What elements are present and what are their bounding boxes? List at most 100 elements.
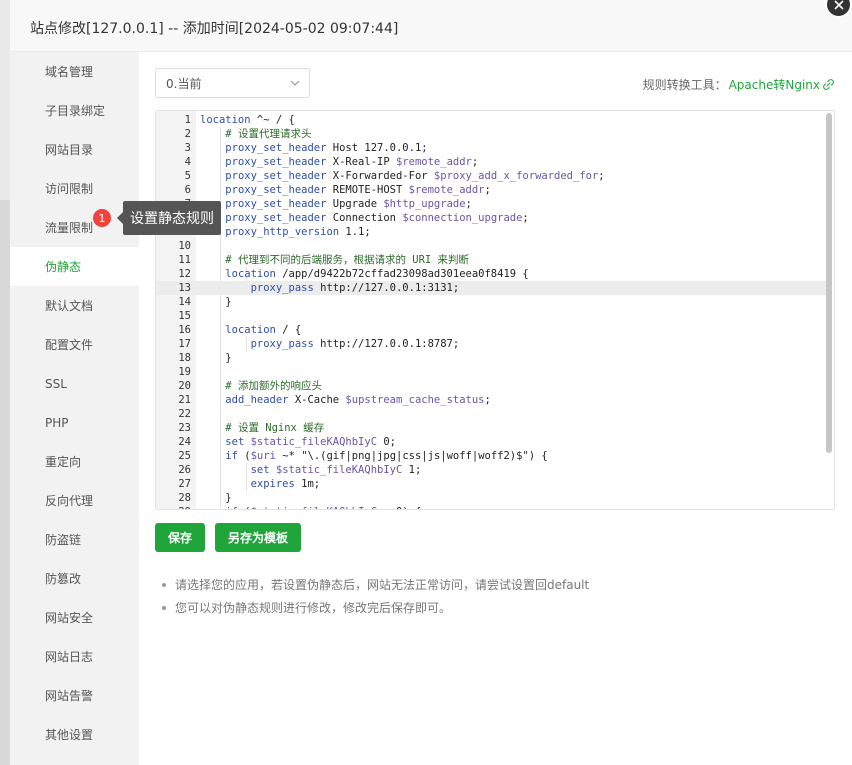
- code-line: 16 location / {: [156, 323, 826, 337]
- code-text: # 设置 Nginx 缓存: [200, 421, 324, 435]
- code-line: 23 # 设置 Nginx 缓存: [156, 421, 826, 435]
- code-line: 27 expires 1m;: [156, 477, 826, 491]
- code-editor[interactable]: 1 location ^~ / {2 # 设置代理请求头 3 proxy_set_h…: [155, 110, 835, 510]
- code-token: http://127.0.0.1:3131;: [313, 282, 460, 294]
- line-number: 6: [184, 184, 191, 196]
- sidebar-item[interactable]: 子目录绑定: [10, 91, 139, 130]
- link-icon: [823, 79, 834, 90]
- sidebar-item[interactable]: 默认文档: [10, 286, 139, 325]
- line-number: 5: [184, 170, 191, 182]
- code-token: = 0) {: [377, 506, 421, 509]
- code-line: 18 }: [156, 351, 826, 365]
- code-line: 20 # 添加额外的响应头: [156, 379, 826, 393]
- converter-label: 规则转换工具：: [642, 78, 727, 92]
- code-token: ;: [465, 198, 472, 210]
- code-token: proxy_set_header: [225, 156, 327, 168]
- line-number: 3: [184, 142, 191, 154]
- code-token: }: [200, 352, 232, 364]
- code-token: REMOTE-HOST: [326, 184, 409, 196]
- code-text: proxy_set_header Connection $connection_…: [200, 211, 529, 225]
- line-number: 27: [178, 478, 191, 490]
- tip-item: 请选择您的应用，若设置伪静态后，网站无法正常访问，请尝试设置回default: [159, 578, 589, 601]
- sidebar-item[interactable]: 伪静态: [10, 247, 139, 286]
- code-token: ;: [598, 170, 605, 182]
- version-select[interactable]: 0.当前: [155, 68, 310, 98]
- code-text: }: [200, 295, 231, 309]
- code-line: 3 proxy_set_header Host 127.0.0.1;: [156, 141, 826, 155]
- line-number: 1: [184, 114, 191, 126]
- rewrite-panel: 0.当前 规则转换工具： Apache转Nginx 1 location ^~ /…: [139, 52, 852, 765]
- code-line: 19: [156, 365, 826, 379]
- sidebar-item[interactable]: 反向代理: [10, 481, 139, 520]
- code-line: 17 proxy_pass http://127.0.0.1:8787;: [156, 337, 826, 351]
- close-icon: [833, 0, 844, 10]
- line-number: 29: [156, 505, 191, 509]
- code-line: 5 proxy_set_header X-Forwarded-For $prox…: [156, 169, 826, 183]
- sidebar-item[interactable]: 域名管理: [10, 52, 139, 91]
- code-line: 26 set $static_fileKAQhbIyC 1;: [156, 463, 826, 477]
- code-token: (: [238, 506, 250, 509]
- save-as-template-button[interactable]: 另存为模板: [215, 523, 301, 552]
- sidebar-item[interactable]: 网站告警: [10, 676, 139, 715]
- code-token: ;: [522, 212, 529, 224]
- code-token: X-Cache: [288, 394, 346, 406]
- sidebar-item[interactable]: 防篡改: [10, 559, 139, 598]
- code-text: location /app/d9422b72cffad23098ad301eea…: [200, 267, 529, 281]
- code-token: ;: [484, 394, 491, 406]
- code-line: 15: [156, 309, 826, 323]
- rewrite-tooltip: 设置静态规则: [117, 201, 221, 235]
- save-button[interactable]: 保存: [155, 523, 205, 552]
- code-token: # 添加额外的响应头: [225, 380, 322, 392]
- code-text: location / {: [200, 323, 301, 337]
- code-line: 1 location ^~ / {: [156, 113, 826, 127]
- sidebar-item[interactable]: 防盗链: [10, 520, 139, 559]
- code-token: # 代理到不同的后端服务，根据请求的 URI 来判断: [225, 254, 470, 266]
- code-line: 6 proxy_set_header REMOTE-HOST $remote_a…: [156, 183, 826, 197]
- code-token: /app/d9422b72cffad23098ad301eea0f8419 {: [275, 268, 529, 280]
- code-token: location: [200, 114, 251, 126]
- converter-link[interactable]: Apache转Nginx: [729, 76, 820, 93]
- tip-item: 您可以对伪静态规则进行修改，修改完后保存即可。: [159, 601, 589, 624]
- line-number: 20: [178, 380, 191, 392]
- code-line: 25 if ($uri ~* "\.(gif|png|jpg|css|js|wo…: [156, 449, 826, 463]
- sidebar-item[interactable]: 重定向: [10, 442, 139, 481]
- editor-scrollbar[interactable]: [826, 113, 832, 453]
- code-line: 22: [156, 407, 826, 421]
- code-token: $static_fileKAQhbIyC: [251, 506, 377, 509]
- code-token: http://127.0.0.1:8787;: [313, 338, 460, 350]
- code-line: 8 proxy_set_header Connection $connectio…: [156, 211, 826, 225]
- sidebar-item[interactable]: PHP: [10, 403, 139, 442]
- code-token: / {: [275, 324, 302, 336]
- line-number: 19: [178, 366, 191, 378]
- code-token: location: [225, 268, 276, 280]
- code-token: proxy_set_header: [225, 198, 327, 210]
- code-text: proxy_http_version 1.1;: [200, 225, 371, 239]
- sidebar-item[interactable]: 网站安全: [10, 598, 139, 637]
- sidebar-item[interactable]: 网站目录: [10, 130, 139, 169]
- code-line: 14 }: [156, 295, 826, 309]
- sidebar-item[interactable]: 网站日志: [10, 637, 139, 676]
- step-badge: 1: [93, 209, 111, 227]
- line-number: 18: [178, 352, 191, 364]
- code-token: (: [237, 450, 251, 462]
- code-token: 1.1;: [339, 226, 371, 238]
- sidebar-item[interactable]: 其他设置: [10, 715, 139, 754]
- code-token: 1m;: [294, 478, 321, 490]
- code-line: 2 # 设置代理请求头: [156, 127, 826, 141]
- sidebar-item[interactable]: SSL: [10, 364, 139, 403]
- sidebar-item[interactable]: 配置文件: [10, 325, 139, 364]
- line-number: 12: [178, 268, 191, 280]
- code-token: }: [200, 492, 232, 504]
- code-line: 12 location /app/d9422b72cffad23098ad301…: [156, 267, 826, 281]
- line-number: 16: [178, 324, 191, 336]
- code-line: 9 proxy_http_version 1.1;: [156, 225, 826, 239]
- code-text: proxy_set_header Host 127.0.0.1;: [200, 141, 427, 155]
- sidebar-item[interactable]: 访问限制: [10, 169, 139, 208]
